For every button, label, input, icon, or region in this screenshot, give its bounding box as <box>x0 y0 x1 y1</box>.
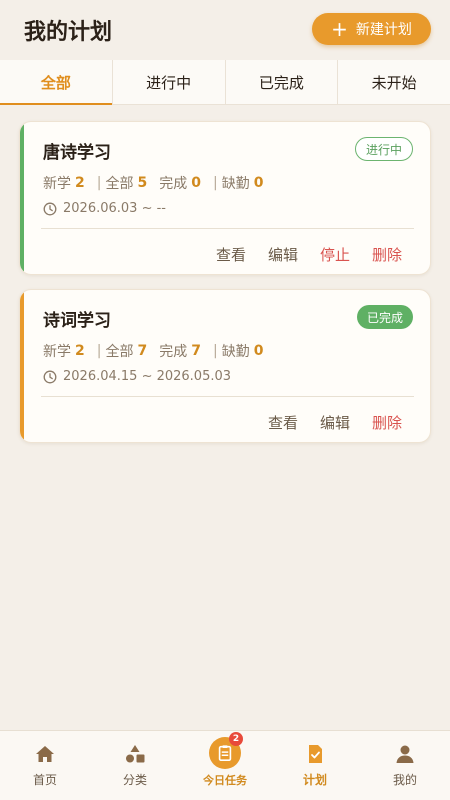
nav-category-label: 分类 <box>122 773 147 787</box>
plan-title: 唐诗学习 <box>43 143 111 163</box>
status-badge: 进行中 <box>354 137 413 161</box>
plan-check-icon <box>309 745 322 763</box>
date-range-row: 2026.06.03 ~ -- <box>43 201 166 216</box>
clipboard-icon <box>218 745 232 762</box>
stat-absent-label: 缺勤 <box>221 344 250 360</box>
today-task-badge: 2 <box>229 732 243 746</box>
stat-new-value: 2 <box>75 343 85 359</box>
status-badge: 已完成 <box>356 305 413 329</box>
plan-stats: 新学 2 | 全部 7 完成 7 | 缺勤 0 <box>43 341 275 361</box>
stat-separator: | <box>96 343 102 359</box>
stat-all-value: 5 <box>137 175 148 191</box>
plan-card[interactable]: 唐诗学习 进行中 新学 2 | 全部 5 完成 0 | 缺勤 0 2026.06… <box>19 121 431 275</box>
stat-all-label: 全部 <box>105 344 134 360</box>
divider <box>41 228 414 229</box>
delete-button[interactable]: 删除 <box>372 412 402 433</box>
stop-button[interactable]: 停止 <box>320 244 350 265</box>
clock-icon <box>43 370 57 383</box>
card-actions: 查看 编辑 停止 删除 <box>216 244 402 265</box>
stat-all-label: 全部 <box>105 176 134 192</box>
view-button[interactable]: 查看 <box>268 412 298 433</box>
stat-absent-value: 0 <box>253 343 264 359</box>
status-bar <box>20 290 24 442</box>
new-plan-label: 新建计划 <box>355 22 412 38</box>
delete-button[interactable]: 删除 <box>372 244 402 265</box>
card-actions: 查看 编辑 删除 <box>268 412 402 433</box>
stat-separator: | <box>96 175 102 191</box>
view-button[interactable]: 查看 <box>216 244 246 265</box>
date-range-row: 2026.04.15 ~ 2026.05.03 <box>43 369 231 384</box>
stat-separator: | <box>212 343 218 359</box>
user-icon <box>396 745 414 763</box>
nav-home[interactable]: 首页 <box>0 731 90 800</box>
home-icon <box>36 746 54 762</box>
nav-today-label: 今日任务 <box>203 774 247 787</box>
nav-mine[interactable]: 我的 <box>360 731 450 800</box>
stat-absent-value: 0 <box>253 175 264 191</box>
tab-in-progress[interactable]: 进行中 <box>113 60 226 104</box>
status-bar <box>20 122 24 274</box>
plus-icon: + <box>331 17 348 41</box>
nav-category[interactable]: 分类 <box>90 731 180 800</box>
page-title: 我的计划 <box>24 20 113 45</box>
stat-done-label: 完成 <box>159 176 188 192</box>
plan-stats: 新学 2 | 全部 5 完成 0 | 缺勤 0 <box>43 173 275 193</box>
bottom-nav: 首页 分类 2 今日任务 计划 我的 <box>0 730 450 800</box>
stat-done-value: 0 <box>191 175 201 191</box>
tab-all[interactable]: 全部 <box>0 60 113 105</box>
plan-page: 我的计划 + 新建计划 全部 进行中 已完成 未开始 唐诗学习 进行中 新学 2… <box>0 0 450 800</box>
new-plan-button[interactable]: + 新建计划 <box>312 13 431 45</box>
tab-not-started[interactable]: 未开始 <box>338 60 450 104</box>
plan-title: 诗词学习 <box>43 311 111 331</box>
stat-absent-label: 缺勤 <box>221 176 250 192</box>
stat-new-label: 新学 <box>43 344 71 360</box>
header: 我的计划 + 新建计划 <box>0 0 450 60</box>
stat-done-value: 7 <box>191 343 201 359</box>
stat-new-label: 新学 <box>43 176 71 192</box>
stat-separator: | <box>212 175 218 191</box>
stat-done-label: 完成 <box>159 344 188 360</box>
nav-today-task[interactable]: 2 今日任务 <box>180 731 270 800</box>
date-range: 2026.06.03 ~ -- <box>63 201 166 216</box>
clock-icon <box>43 202 57 215</box>
stat-new-value: 2 <box>75 175 85 191</box>
stat-all-value: 7 <box>137 343 148 359</box>
divider <box>41 396 414 397</box>
plan-card[interactable]: 诗词学习 已完成 新学 2 | 全部 7 完成 7 | 缺勤 0 2026.04… <box>19 289 431 443</box>
edit-button[interactable]: 编辑 <box>268 244 298 265</box>
filter-tabs: 全部 进行中 已完成 未开始 <box>0 60 450 105</box>
nav-plan-label: 计划 <box>302 773 327 787</box>
date-range: 2026.04.15 ~ 2026.05.03 <box>63 369 232 384</box>
shapes-icon <box>126 745 145 763</box>
nav-plan[interactable]: 计划 <box>270 731 360 800</box>
nav-home-label: 首页 <box>32 773 57 787</box>
nav-mine-label: 我的 <box>392 773 417 787</box>
tab-completed[interactable]: 已完成 <box>226 60 339 104</box>
edit-button[interactable]: 编辑 <box>320 412 350 433</box>
